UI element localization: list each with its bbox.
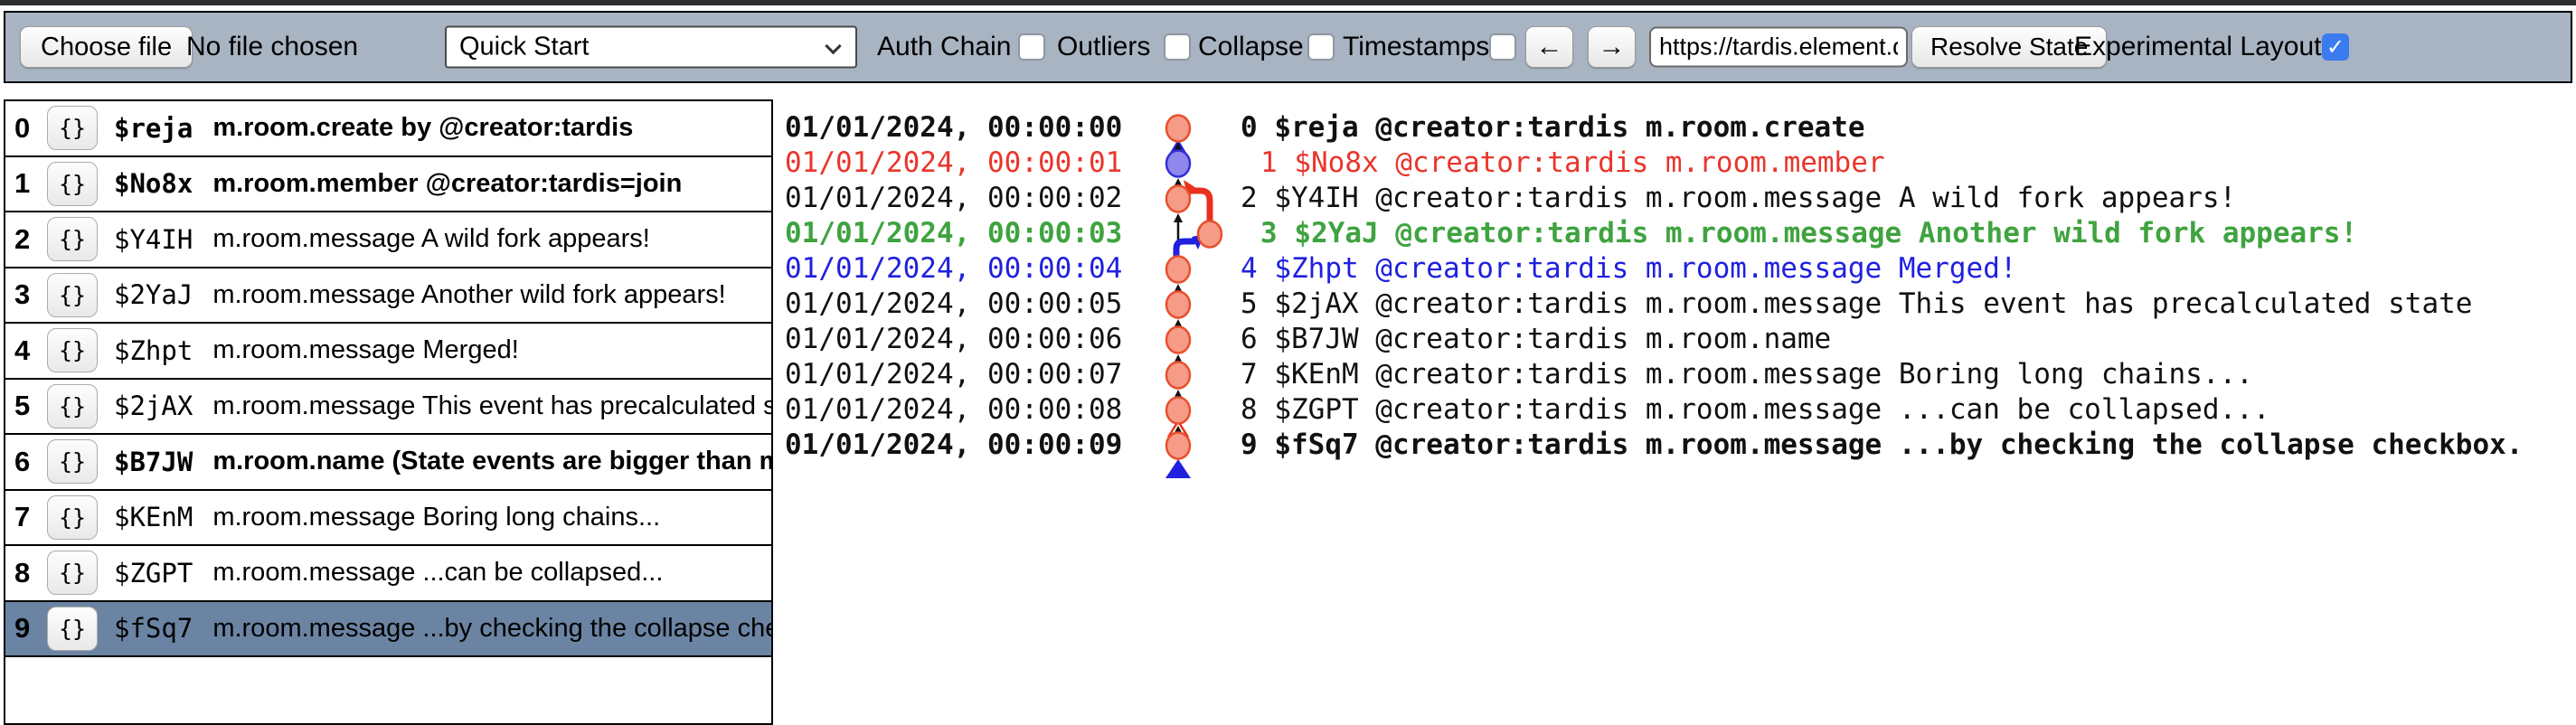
dag-graph (1148, 99, 1266, 497)
outliers-label: Outliers (1057, 32, 1150, 62)
dag-arrowhead (1174, 213, 1183, 222)
dag-edge (1191, 191, 1210, 221)
event-index: 8 (14, 557, 47, 589)
json-button[interactable]: {} (47, 551, 98, 595)
event-line: 6 $B7JW @creator:tardis m.room.name (1241, 322, 1831, 357)
json-button[interactable]: {} (47, 495, 98, 540)
auth-chain-label: Auth Chain (877, 32, 1011, 62)
timestamp: 01/01/2024, 00:00:01 (785, 146, 1122, 181)
event-line: 9 $fSq7 @creator:tardis m.room.message .… (1241, 428, 2523, 463)
window-top-strip (0, 0, 2576, 5)
preset-select[interactable]: Quick Start (445, 26, 857, 69)
dag-node[interactable] (1198, 221, 1222, 248)
event-row[interactable]: 9{} $fSq7 m.room.message ...by checking th… (5, 602, 771, 658)
timeline-row[interactable]: 01/01/2024, 00:00:05 5 $2jAX @creator:tar… (0, 287, 2576, 322)
timeline-row[interactable]: 01/01/2024, 00:00:03 3 $2YaJ @creator:tar… (0, 216, 2576, 251)
event-line: 4 $Zhpt @creator:tardis m.room.message M… (1241, 251, 2017, 287)
dag-edge (1176, 241, 1194, 257)
timeline-row[interactable]: 01/01/2024, 00:00:06 6 $B7JW @creator:tar… (0, 322, 2576, 357)
dag-node[interactable] (1166, 398, 1190, 424)
event-summary: m.room.message Boring long chains... (212, 503, 660, 532)
timestamps-label: Timestamps (1343, 32, 1489, 62)
timestamp: 01/01/2024, 00:00:05 (785, 287, 1122, 322)
json-button[interactable]: {} (47, 607, 98, 651)
timestamp: 01/01/2024, 00:00:02 (785, 181, 1122, 216)
timeline-row[interactable]: 01/01/2024, 00:00:07 7 $KEnM @creator:tar… (0, 357, 2576, 392)
no-file-chosen-text: No file chosen (186, 32, 358, 62)
dag-node[interactable] (1166, 362, 1190, 389)
event-line: 5 $2jAX @creator:tardis m.room.message T… (1241, 287, 2472, 322)
timestamp: 01/01/2024, 00:00:06 (785, 322, 1122, 357)
dag-node[interactable] (1166, 433, 1190, 459)
event-index: 7 (14, 501, 47, 533)
event-line: 1 $No8x @creator:tardis m.room.member (1260, 146, 1885, 181)
choose-file-button[interactable]: Choose file (20, 26, 193, 68)
outliers-checkbox[interactable] (1164, 33, 1191, 61)
event-row[interactable]: 8{} $ZGPT m.room.message ...can be collaps… (5, 546, 771, 602)
forward-button[interactable]: → (1588, 26, 1636, 68)
timestamps-checkbox[interactable] (1489, 33, 1516, 61)
event-summary: m.room.message ...can be collapsed... (212, 558, 663, 588)
timestamp: 01/01/2024, 00:00:04 (785, 251, 1122, 287)
timestamp: 01/01/2024, 00:00:03 (785, 216, 1122, 251)
dag-node[interactable] (1166, 257, 1190, 283)
event-line: 3 $2YaJ @creator:tardis m.room.message A… (1260, 216, 2357, 251)
dag-node[interactable] (1166, 186, 1190, 212)
toolbar: Choose file No file chosen Quick Start A… (4, 11, 2572, 83)
timestamp: 01/01/2024, 00:00:08 (785, 392, 1122, 428)
back-button[interactable]: ← (1525, 26, 1573, 68)
timeline-row[interactable]: 01/01/2024, 00:00:01 1 $No8x @creator:tar… (0, 146, 2576, 181)
collapse-label: Collapse (1198, 32, 1304, 62)
timeline-row[interactable]: 01/01/2024, 00:00:04 4 $Zhpt @creator:tar… (0, 251, 2576, 287)
event-row[interactable]: 7{} $KEnM m.room.message Boring long chain… (5, 491, 771, 547)
event-index: 9 (14, 612, 47, 645)
timeline-row[interactable]: 01/01/2024, 00:00:00 0 $reja @creator:tar… (0, 110, 2576, 146)
timestamp: 01/01/2024, 00:00:07 (785, 357, 1122, 392)
collapse-checkbox[interactable] (1307, 33, 1335, 61)
event-summary: m.room.message ...by checking the collap… (212, 614, 771, 644)
event-line: 0 $reja @creator:tardis m.room.create (1241, 110, 1865, 146)
timeline-row[interactable]: 01/01/2024, 00:00:08 8 $ZGPT @creator:tar… (0, 392, 2576, 428)
dag-node[interactable] (1166, 292, 1190, 318)
dag-node[interactable] (1166, 116, 1190, 142)
auth-chain-checkbox[interactable] (1018, 33, 1045, 61)
dag-node[interactable] (1166, 151, 1190, 177)
event-line: 7 $KEnM @creator:tardis m.room.message B… (1241, 357, 2253, 392)
experimental-layout-checkbox[interactable]: ✓ (2322, 33, 2349, 61)
chevron-down-icon (825, 38, 841, 54)
timeline-row[interactable]: 01/01/2024, 00:00:02 2 $Y4IH @creator:tar… (0, 181, 2576, 216)
event-id: $fSq7 (114, 613, 193, 644)
event-id: $KEnM (114, 502, 193, 532)
timeline-row[interactable]: 01/01/2024, 00:00:09 9 $fSq7 @creator:tar… (0, 428, 2576, 463)
event-line: 2 $Y4IH @creator:tardis m.room.message A… (1241, 181, 2236, 216)
timestamp: 01/01/2024, 00:00:09 (785, 428, 1122, 463)
event-line: 8 $ZGPT @creator:tardis m.room.message .… (1241, 392, 2269, 428)
server-url-input[interactable] (1649, 27, 1908, 68)
timeline-panel: 01/01/2024, 00:00:00 0 $reja @creator:tar… (0, 99, 2576, 497)
preset-selected-value: Quick Start (459, 33, 589, 62)
dag-node[interactable] (1166, 327, 1190, 353)
timestamp: 01/01/2024, 00:00:00 (785, 110, 1122, 146)
experimental-layout-label: Experimental Layout (2074, 32, 2322, 62)
event-id: $ZGPT (114, 558, 193, 588)
dag-arrowhead (1165, 459, 1191, 478)
